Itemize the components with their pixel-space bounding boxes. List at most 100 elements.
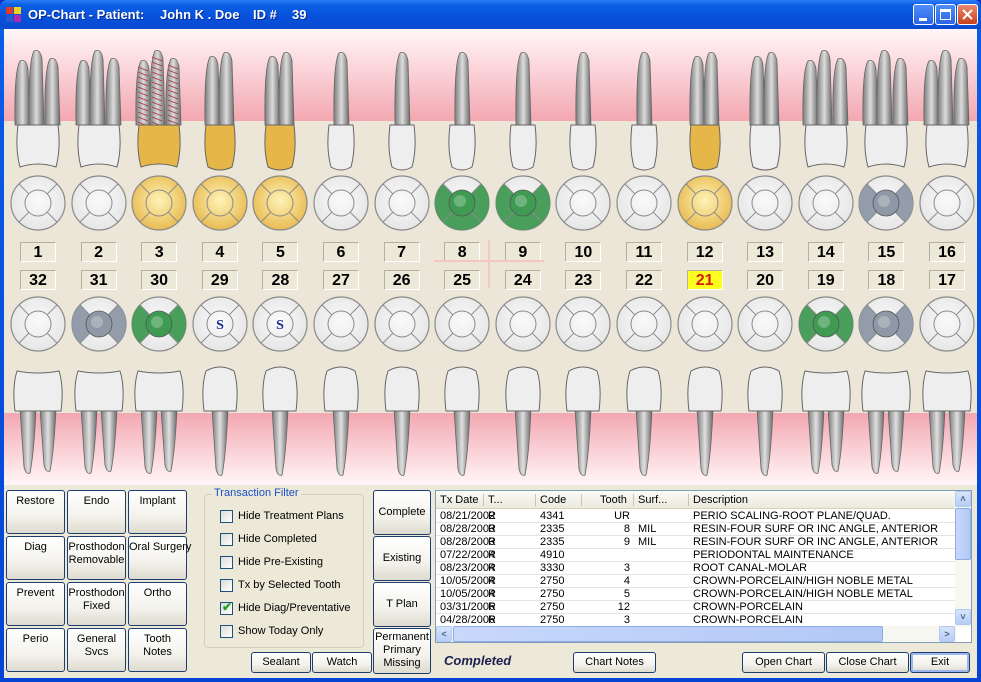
vertical-scroll-thumb[interactable]	[955, 508, 971, 560]
exit-button[interactable]: Exit	[910, 652, 970, 673]
procedure-button-endo[interactable]: Endo	[67, 490, 126, 534]
lower-tooth-20[interactable]	[735, 361, 795, 481]
tooth-number-23[interactable]: 23	[565, 270, 602, 290]
column-header-tooth[interactable]: Tooth	[600, 494, 627, 506]
checkbox[interactable]	[220, 532, 233, 546]
lower-occlusal-18[interactable]	[857, 295, 915, 353]
maximize-button[interactable]	[935, 4, 956, 25]
tooth-number-4[interactable]: 4	[201, 242, 238, 262]
lower-occlusal-25[interactable]	[433, 295, 491, 353]
procedure-button-general-svcs[interactable]: General Svcs	[67, 628, 126, 672]
tooth-number-25[interactable]: 25	[444, 270, 481, 290]
lower-occlusal-17[interactable]	[918, 295, 976, 353]
upper-occlusal-14[interactable]	[797, 174, 855, 232]
scroll-down-button[interactable]: ˅	[955, 609, 971, 625]
horizontal-scroll-thumb[interactable]	[453, 626, 883, 642]
horizontal-scrollbar[interactable]: < >	[436, 626, 956, 642]
lower-occlusal-27[interactable]	[312, 295, 370, 353]
tooth-number-3[interactable]: 3	[141, 242, 178, 262]
upper-tooth-3[interactable]	[129, 39, 189, 189]
lower-tooth-28[interactable]	[250, 361, 310, 481]
column-header-description[interactable]: Description	[693, 494, 748, 506]
column-separator[interactable]	[633, 494, 634, 506]
lower-occlusal-20[interactable]	[736, 295, 794, 353]
tooth-number-15[interactable]: 15	[868, 242, 905, 262]
upper-occlusal-6[interactable]	[312, 174, 370, 232]
checkbox[interactable]	[220, 624, 233, 638]
column-separator[interactable]	[535, 494, 536, 506]
lower-tooth-21[interactable]	[675, 361, 735, 481]
upper-occlusal-11[interactable]	[615, 174, 673, 232]
tooth-number-2[interactable]: 2	[80, 242, 117, 262]
lower-tooth-27[interactable]	[311, 361, 371, 481]
lower-tooth-17[interactable]	[917, 361, 977, 481]
chart-notes-button[interactable]: Chart Notes	[573, 652, 656, 673]
table-row[interactable]: 08/21/2002 R 4341 UR PERIO SCALING-ROOT PLAN…	[436, 510, 956, 523]
tooth-number-7[interactable]: 7	[383, 242, 420, 262]
upper-tooth-1[interactable]	[8, 39, 68, 189]
table-row[interactable]: 03/31/2006 R 2750 12 CROWN-PORCELAIN	[436, 601, 956, 614]
scroll-right-button[interactable]: >	[939, 626, 955, 642]
upper-occlusal-5[interactable]	[251, 174, 309, 232]
procedure-button-prevent[interactable]: Prevent	[6, 582, 65, 626]
tooth-number-28[interactable]: 28	[262, 270, 299, 290]
upper-occlusal-12[interactable]	[676, 174, 734, 232]
lower-tooth-22[interactable]	[614, 361, 674, 481]
lower-tooth-26[interactable]	[372, 361, 432, 481]
existing-button[interactable]: Existing	[373, 536, 431, 581]
watch-button[interactable]: Watch	[312, 652, 372, 673]
procedure-button-prosthodon-fixed[interactable]: Prosthodon Fixed	[67, 582, 126, 626]
tooth-number-31[interactable]: 31	[80, 270, 117, 290]
lower-occlusal-29[interactable]: S	[191, 295, 249, 353]
tooth-number-6[interactable]: 6	[323, 242, 359, 262]
upper-occlusal-9[interactable]	[494, 174, 552, 232]
lower-tooth-25[interactable]	[432, 361, 492, 481]
upper-tooth-9[interactable]	[493, 39, 553, 189]
lower-tooth-19[interactable]	[796, 361, 856, 481]
upper-tooth-6[interactable]	[311, 39, 371, 189]
column-header-tx-date[interactable]: Tx Date	[440, 494, 479, 506]
table-row[interactable]: 08/28/2003 R 2335 9 MIL RESIN-FOUR SURF OR IN…	[436, 536, 956, 549]
tooth-number-24[interactable]: 24	[504, 270, 541, 290]
filter-option-hide-diag-preventative[interactable]: ✔ Hide Diag/Preventative	[220, 600, 351, 616]
upper-tooth-14[interactable]	[796, 39, 856, 189]
procedure-button-diag[interactable]: Diag	[6, 536, 65, 580]
close-chart-button[interactable]: Close Chart	[826, 652, 909, 673]
upper-occlusal-7[interactable]	[373, 174, 431, 232]
lower-occlusal-30[interactable]	[130, 295, 188, 353]
procedure-button-prosthodon-removable[interactable]: Prosthodon Removable	[67, 536, 126, 580]
checkbox[interactable]	[220, 578, 233, 592]
tooth-number-8[interactable]: 8	[444, 242, 481, 262]
column-separator[interactable]	[688, 494, 689, 506]
tooth-number-13[interactable]: 13	[747, 242, 784, 262]
checkbox[interactable]	[220, 555, 233, 569]
tooth-number-27[interactable]: 27	[323, 270, 359, 290]
upper-occlusal-13[interactable]	[736, 174, 794, 232]
table-row[interactable]: 08/23/2004 R 3330 3 ROOT CANAL-MOLAR	[436, 562, 956, 575]
tooth-number-22[interactable]: 22	[626, 270, 662, 290]
filter-option-hide-pre-existing[interactable]: Hide Pre-Existing	[220, 554, 323, 570]
upper-occlusal-8[interactable]	[433, 174, 491, 232]
filter-option-tx-by-selected-tooth[interactable]: Tx by Selected Tooth	[220, 577, 341, 593]
upper-tooth-11[interactable]	[614, 39, 674, 189]
procedure-button-restore[interactable]: Restore	[6, 490, 65, 534]
upper-occlusal-1[interactable]	[9, 174, 67, 232]
open-chart-button[interactable]: Open Chart	[742, 652, 825, 673]
lower-occlusal-19[interactable]	[797, 295, 855, 353]
upper-tooth-2[interactable]	[69, 39, 129, 189]
upper-tooth-10[interactable]	[553, 39, 613, 189]
upper-occlusal-16[interactable]	[918, 174, 976, 232]
upper-tooth-15[interactable]	[856, 39, 916, 189]
table-row[interactable]: 07/22/2004 R 4910 PERIODONTAL MAINTENANCE	[436, 549, 956, 562]
tooth-number-12[interactable]: 12	[686, 242, 723, 262]
tooth-number-16[interactable]: 16	[929, 242, 965, 262]
lower-occlusal-22[interactable]	[615, 295, 673, 353]
tooth-number-11[interactable]: 11	[626, 242, 662, 262]
column-header-surf-[interactable]: Surf...	[638, 494, 667, 506]
lower-tooth-31[interactable]	[69, 361, 129, 481]
upper-tooth-7[interactable]	[372, 39, 432, 189]
lower-occlusal-23[interactable]	[554, 295, 612, 353]
checkbox[interactable]	[220, 509, 233, 523]
transaction-grid[interactable]: Tx Date T... Code Tooth Surf... Description 0…	[435, 490, 972, 643]
lower-occlusal-32[interactable]	[9, 295, 67, 353]
